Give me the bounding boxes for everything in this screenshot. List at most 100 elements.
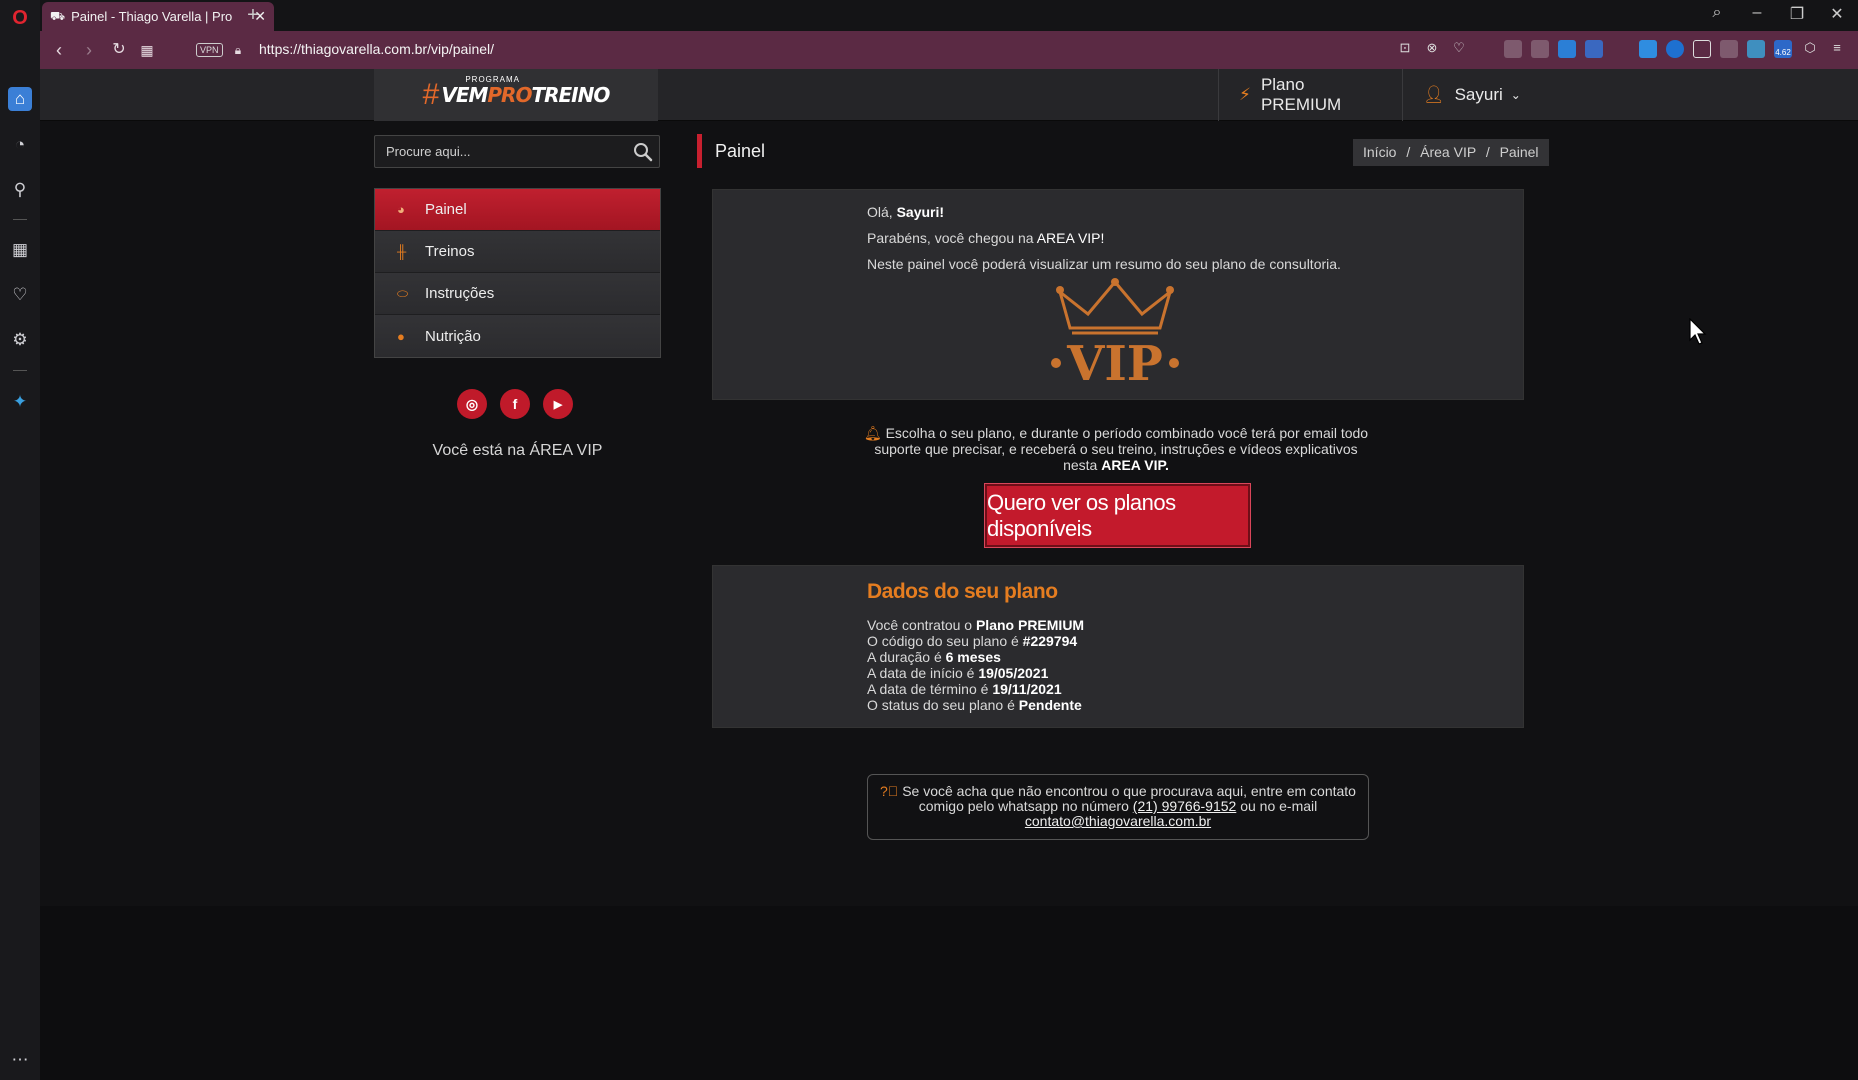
contact-line-1: Se você acha que não encontrou o que pro…	[902, 783, 1356, 799]
breadcrumb-area-vip[interactable]: Área VIP	[1420, 144, 1476, 160]
breadcrumb-home[interactable]: Início	[1363, 144, 1396, 160]
site-header: # PROGRAMA VEMPROTREINO ⚡︎ Plano PREMIUM…	[40, 69, 1858, 121]
search-tabs-icon[interactable]: ⌕	[1704, 4, 1730, 26]
snapshot-icon[interactable]: ⊡	[1396, 40, 1414, 58]
extension-leaf-icon[interactable]	[1612, 40, 1630, 58]
menu-item-instrucoes[interactable]: ⬭ Instruções	[375, 273, 660, 315]
reload-icon[interactable]: ↻	[108, 39, 130, 61]
new-tab-icon[interactable]: +	[240, 4, 266, 26]
screenshot-icon[interactable]	[1693, 40, 1711, 58]
facebook-icon[interactable]: f	[500, 389, 530, 419]
cube-icon[interactable]: ⬡	[1801, 40, 1819, 58]
plan-row-label: A duração é	[867, 649, 942, 665]
plan-row-label: A data de início é	[867, 665, 975, 681]
breadcrumb-separator: /	[1485, 144, 1490, 160]
plan-row-label: O código do seu plano é	[867, 633, 1019, 649]
menu-item-nutricao[interactable]: ● Nutrição	[375, 315, 660, 357]
area-vip-note: Você está na ÁREA VIP	[432, 442, 603, 459]
lightning-icon: ⚡︎	[1239, 85, 1251, 104]
view-plans-button[interactable]: Quero ver os planos disponíveis	[984, 483, 1251, 548]
extension-puzzle-icon[interactable]	[1720, 40, 1738, 58]
breadcrumb-separator: /	[1406, 144, 1411, 160]
tab-title: Painel - Thiago Varella | Pro	[71, 9, 233, 24]
speed-dial-icon[interactable]: ▦	[8, 238, 32, 262]
menu-icon[interactable]: ≡	[1828, 40, 1846, 58]
sidebar-divider	[13, 219, 27, 220]
user-menu[interactable]: 👤︎ Sayuri ⌄	[1402, 69, 1542, 121]
vip-text: VIP	[1066, 336, 1163, 386]
extension-card-icon[interactable]	[1747, 40, 1765, 58]
menu-item-label: Painel	[425, 201, 467, 218]
plan-status-link[interactable]: ⚡︎ Plano PREMIUM	[1218, 69, 1402, 121]
close-window-icon[interactable]: ✕	[1824, 4, 1850, 26]
tab-bar: ⛟ Painel - Thiago Varella | Pro ✕ + ⌕ – …	[40, 0, 1858, 31]
instagram-icon[interactable]: ◎	[457, 389, 487, 419]
plan-row-label: O status do seu plano é	[867, 697, 1015, 713]
back-icon[interactable]: ‹	[48, 39, 70, 61]
youtube-icon[interactable]: ▶	[543, 389, 573, 419]
chevron-down-icon: ⌄	[1510, 88, 1521, 102]
home-icon[interactable]: ⌂	[8, 87, 32, 111]
contact-email-link[interactable]: contato@thiagovarella.com.br	[1025, 813, 1211, 829]
extension-badge-icon[interactable]: 4.62	[1774, 40, 1792, 58]
opera-sidebar: O ⌂ ◔ ⚲ ▦ ♡ ⚙ ✦ ⋯	[0, 0, 40, 1080]
pinboard-icon[interactable]: ⚲	[8, 178, 32, 202]
plan-data-title: Dados do seu plano	[867, 580, 1058, 603]
extension-c-icon[interactable]	[1666, 40, 1684, 58]
notice-line-2: suporte que precisar, e receberá o seu t…	[874, 441, 1358, 457]
restore-icon[interactable]: ❐	[1784, 4, 1810, 26]
plan-row: A data de início é 19/05/2021	[867, 665, 1048, 681]
opera-logo-icon[interactable]: O	[8, 6, 32, 30]
twitter-icon[interactable]: ✦	[8, 390, 32, 414]
plan-row: O código do seu plano é #229794	[867, 633, 1077, 649]
menu-item-painel[interactable]: ◕ Painel	[375, 189, 660, 231]
tab-favicon-icon: ⛟	[50, 8, 66, 23]
plan-row: A duração é 6 meses	[867, 649, 1001, 665]
plan-row-label: A data de término é	[867, 681, 989, 697]
lock-icon[interactable]: 🔒︎	[227, 39, 249, 61]
page-footer-area	[40, 906, 1858, 1080]
greeting-prefix: Olá,	[867, 204, 893, 220]
congrats-line: Parabéns, você chegou na AREA VIP!	[867, 230, 1104, 246]
user-icon: 👤︎	[1423, 85, 1445, 104]
sidebar-divider	[13, 370, 27, 371]
search-input[interactable]	[375, 136, 615, 167]
logo-programa: PROGRAMA	[465, 75, 521, 84]
extension-s-icon[interactable]	[1585, 40, 1603, 58]
search-icon[interactable]	[633, 142, 653, 162]
apple-icon: ●	[397, 328, 405, 344]
url-field[interactable]: https://thiagovarella.com.br/vip/painel/	[259, 41, 494, 57]
forward-icon[interactable]: ›	[78, 39, 100, 61]
extension-s2-icon[interactable]	[1639, 40, 1657, 58]
vpn-badge[interactable]: VPN	[196, 43, 223, 57]
bookmark-heart-icon[interactable]: ♡	[1450, 40, 1468, 58]
plan-data-panel	[712, 565, 1524, 728]
extension-pen-icon[interactable]	[1504, 40, 1522, 58]
tabs-grid-icon[interactable]: ▦	[136, 39, 158, 61]
settings-gear-icon[interactable]: ⚙	[8, 328, 32, 352]
dumbbell-icon: ╫	[397, 244, 407, 259]
whatsapp-phone-link[interactable]: (21) 99766-9152	[1133, 798, 1237, 814]
bookmarks-heart-icon[interactable]: ♡	[8, 283, 32, 307]
contact-line-2-suffix: ou no e-mail	[1240, 798, 1318, 814]
extension-save-icon[interactable]	[1558, 40, 1576, 58]
plan-row-value: 6 meses	[945, 649, 1001, 665]
more-icon[interactable]: ⋯	[8, 1048, 32, 1072]
menu-item-treinos[interactable]: ╫ Treinos	[375, 231, 660, 273]
plan-row: A data de término é 19/11/2021	[867, 681, 1062, 697]
plan-row-label: Você contratou o	[867, 617, 973, 633]
menu-item-label: Instruções	[425, 285, 495, 302]
pill-icon: ⬭	[397, 285, 409, 301]
plan-row-value: Pendente	[1018, 697, 1082, 713]
adblock-icon[interactable]: ⊗	[1423, 40, 1441, 58]
minimize-icon[interactable]: –	[1744, 4, 1770, 26]
extension-image-icon[interactable]	[1531, 40, 1549, 58]
menu-item-label: Treinos	[425, 243, 475, 260]
notice-line-1: Escolha o seu plano, e durante o período…	[885, 425, 1369, 441]
site-logo[interactable]: # PROGRAMA VEMPROTREINO	[374, 69, 658, 121]
help-circle-icon: ?⃝	[880, 783, 899, 799]
history-icon[interactable]: ◔	[8, 133, 32, 157]
plan-row-value: 19/11/2021	[992, 681, 1062, 697]
plan-row-value: 19/05/2021	[978, 665, 1049, 681]
